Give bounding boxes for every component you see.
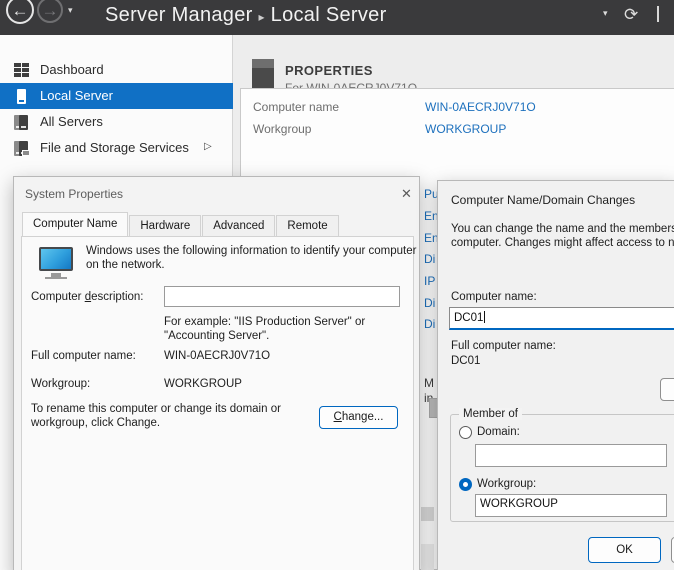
computer-name-input[interactable]: DC01: [449, 307, 674, 330]
computer-name-label: Computer name:: [451, 291, 537, 303]
sidebar-item-local-server[interactable]: Local Server: [0, 83, 233, 109]
example-text: For example: "IIS Production Server" or: [164, 316, 365, 328]
clipped-property-value: Di: [424, 317, 435, 331]
domain-input[interactable]: [475, 444, 667, 467]
chevron-right-icon[interactable]: ▷: [204, 141, 212, 152]
clipped-property-value: IP: [424, 274, 435, 288]
member-of-label: Member of: [459, 408, 522, 420]
clipped-property-value: Di: [424, 296, 435, 310]
sidebar-item-all-servers[interactable]: All Servers: [0, 109, 233, 135]
titlebar: ← → ▾ Server Manager ▸ Local Server ▾ ⟳: [0, 0, 674, 35]
sidebar-item-label: Dashboard: [40, 62, 104, 77]
dashboard-icon: [14, 62, 30, 78]
domain-changes-dialog: Computer Name/Domain Changes You can cha…: [437, 180, 674, 570]
workgroup-value: WORKGROUP: [164, 378, 242, 390]
toolbar-divider: [657, 6, 659, 22]
domain-label: Domain:: [477, 426, 520, 438]
change-button[interactable]: Change...: [319, 406, 398, 429]
rename-hint-text: To rename this computer or change its do…: [31, 403, 281, 415]
computer-name-link[interactable]: WIN-0AECRJ0V71O: [425, 100, 536, 114]
computer-monitor-icon: [39, 247, 73, 271]
intro-text: on the network.: [86, 259, 165, 271]
member-of-group: Member of Domain: Workgroup: WORKGROUP: [450, 414, 674, 522]
file-storage-icon: [14, 140, 30, 156]
server-icon: [14, 88, 30, 104]
domain-radio[interactable]: [459, 426, 472, 439]
sidebar-item-label: File and Storage Services: [40, 140, 189, 155]
sidebar-item-label: Local Server: [40, 88, 113, 103]
property-label: Workgroup: [253, 122, 311, 136]
rename-hint-text: workgroup, click Change.: [31, 417, 160, 429]
app-title-text: Server Manager: [105, 4, 253, 26]
server-manager-window: ← → ▾ Server Manager ▸ Local Server ▾ ⟳ …: [0, 0, 674, 570]
intro-text: You can change the name and the membersh…: [451, 223, 674, 235]
ok-button[interactable]: OK: [588, 537, 661, 563]
tab-hardware[interactable]: Hardware: [129, 215, 201, 236]
workgroup-link[interactable]: WORKGROUP: [425, 122, 506, 136]
system-properties-dialog: System Properties ✕ Computer Name Hardwa…: [13, 176, 420, 570]
full-computer-name-label: Full computer name:: [451, 340, 556, 352]
forward-icon[interactable]: →: [37, 0, 63, 23]
properties-server-icon: [252, 59, 274, 90]
app-title: Server Manager ▸ Local Server: [105, 4, 387, 27]
toolbar-dropdown-icon[interactable]: ▾: [603, 8, 608, 19]
sidebar-item-file-storage-services[interactable]: File and Storage Services ▷: [0, 135, 233, 161]
property-label: Computer name: [253, 100, 339, 114]
intro-text: computer. Changes might affect access to…: [451, 237, 674, 249]
clipped-property-value: Di: [424, 252, 435, 266]
full-computer-name-value: WIN-0AECRJ0V71O: [164, 350, 270, 362]
workgroup-label: Workgroup:: [477, 478, 536, 490]
nav-dropdown-icon[interactable]: ▾: [68, 5, 73, 16]
full-computer-name-value: DC01: [451, 355, 480, 367]
background-strip: [421, 544, 434, 570]
breadcrumb-arrow-icon: ▸: [258, 10, 264, 24]
dialog-title: Computer Name/Domain Changes: [451, 193, 635, 207]
workgroup-input[interactable]: WORKGROUP: [475, 494, 667, 517]
example-text: "Accounting Server".: [164, 330, 269, 342]
breadcrumb: Local Server: [271, 4, 387, 26]
properties-header: PROPERTIES: [285, 63, 373, 78]
computer-description-label: Computer description:: [31, 291, 144, 303]
text-cursor: [484, 311, 485, 323]
close-icon[interactable]: ✕: [401, 187, 412, 200]
computer-description-input[interactable]: [164, 286, 400, 307]
workgroup-label: Workgroup:: [31, 378, 90, 390]
tab-computer-name[interactable]: Computer Name: [22, 212, 128, 236]
full-computer-name-label: Full computer name:: [31, 350, 136, 362]
sidebar-item-dashboard[interactable]: Dashboard: [0, 57, 233, 83]
clipped-property-text: M: [424, 376, 434, 390]
back-icon[interactable]: ←: [6, 0, 34, 24]
dialog-title: System Properties: [25, 187, 123, 201]
intro-text: Windows uses the following information t…: [86, 245, 416, 257]
tab-remote[interactable]: Remote: [276, 215, 338, 236]
more-button[interactable]: [660, 378, 674, 401]
servers-icon: [14, 114, 30, 130]
background-strip: [421, 507, 434, 521]
tab-advanced[interactable]: Advanced: [202, 215, 275, 236]
sidebar-item-label: All Servers: [40, 114, 103, 129]
tab-strip: Computer Name Hardware Advanced Remote: [22, 213, 340, 236]
refresh-icon[interactable]: ⟳: [624, 5, 638, 25]
workgroup-radio[interactable]: [459, 478, 472, 491]
